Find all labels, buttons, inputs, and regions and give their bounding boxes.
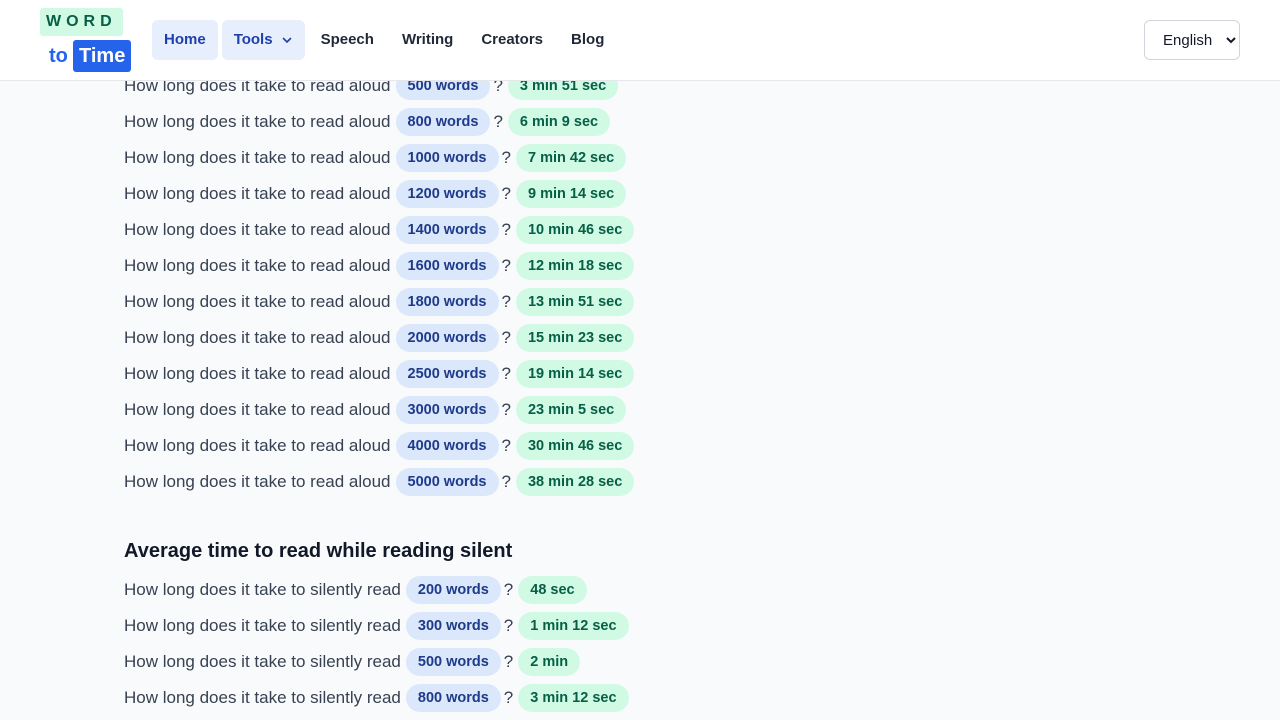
- time-badge: 48 sec: [518, 576, 587, 604]
- main-nav: Home Tools Speech Writing Creators Blog: [152, 20, 620, 60]
- word-count-badge[interactable]: 500 words: [405, 648, 501, 676]
- question-mark: ?: [503, 580, 514, 599]
- nav-writing-label: Writing: [401, 31, 454, 48]
- time-badge: 19 min 14 sec: [515, 360, 635, 388]
- time-badge: 10 min 46 sec: [515, 216, 635, 244]
- list-item: How long does it take to silently read 80…: [124, 684, 629, 712]
- question-mark: ?: [503, 652, 514, 671]
- site-logo[interactable]: WORD to Time: [40, 8, 132, 74]
- question-text: How long does it take to read aloud: [124, 292, 391, 311]
- list-item: How long does it take to read aloud 1000 …: [124, 144, 627, 172]
- word-count-badge[interactable]: 2000 words: [395, 324, 499, 352]
- nav-writing[interactable]: Writing: [390, 20, 465, 60]
- word-count-badge[interactable]: 1600 words: [395, 252, 499, 280]
- question-mark: ?: [493, 112, 503, 131]
- question-mark: ?: [501, 472, 511, 491]
- word-count-badge[interactable]: 1400 words: [395, 216, 499, 244]
- silent-section-title: Average time to read while reading silen…: [124, 540, 513, 562]
- time-badge: 38 min 28 sec: [515, 468, 635, 496]
- list-item: How long does it take to read aloud 800 w…: [124, 108, 611, 136]
- list-item: How long does it take to read aloud 5000 …: [124, 468, 635, 496]
- word-count-badge[interactable]: 800 words: [395, 108, 491, 136]
- question-mark: ?: [501, 436, 511, 455]
- question-text: How long does it take to read aloud: [124, 220, 391, 239]
- word-count-badge[interactable]: 2500 words: [395, 360, 499, 388]
- logo-to: to: [49, 45, 68, 67]
- list-item: How long does it take to read aloud 2500 …: [124, 360, 635, 388]
- word-count-badge[interactable]: 5000 words: [395, 468, 499, 496]
- time-badge: 23 min 5 sec: [515, 396, 627, 424]
- nav-creators-label: Creators: [481, 31, 544, 48]
- question-text: How long does it take to read aloud: [124, 256, 391, 275]
- question-text: How long does it take to silently read: [124, 652, 401, 671]
- nav-speech-label: Speech: [320, 31, 374, 48]
- question-mark: ?: [503, 616, 514, 635]
- time-badge: 30 min 46 sec: [515, 432, 635, 460]
- question-text: How long does it take to silently read: [124, 688, 401, 707]
- word-count-badge[interactable]: 1800 words: [395, 288, 499, 316]
- list-item: How long does it take to read aloud 4000 …: [124, 432, 635, 460]
- question-text: How long does it take to silently read: [124, 580, 401, 599]
- list-item: How long does it take to read aloud 1800 …: [124, 288, 635, 316]
- question-mark: ?: [501, 256, 511, 275]
- time-badge: 3 min 12 sec: [518, 684, 629, 712]
- time-badge: 13 min 51 sec: [515, 288, 635, 316]
- question-text: How long does it take to read aloud: [124, 148, 391, 167]
- question-text: How long does it take to read aloud: [124, 400, 391, 419]
- nav-home-label: Home: [164, 31, 206, 48]
- question-mark: ?: [501, 328, 511, 347]
- word-count-badge[interactable]: 1200 words: [395, 180, 499, 208]
- question-text: How long does it take to read aloud: [124, 436, 391, 455]
- list-item: How long does it take to read aloud 1400 …: [124, 216, 635, 244]
- word-count-badge[interactable]: 800 words: [405, 684, 501, 712]
- question-text: How long does it take to read aloud: [124, 328, 391, 347]
- time-badge: 12 min 18 sec: [515, 252, 635, 280]
- chevron-down-icon: [282, 37, 291, 43]
- time-badge: 2 min: [518, 648, 581, 676]
- question-mark: ?: [501, 364, 511, 383]
- list-item: How long does it take to read aloud 3000 …: [124, 396, 627, 424]
- question-mark: ?: [503, 688, 514, 707]
- word-count-badge[interactable]: 1000 words: [395, 144, 499, 172]
- question-mark: ?: [501, 220, 511, 239]
- question-mark: ?: [501, 400, 511, 419]
- language-select[interactable]: English: [1144, 20, 1240, 60]
- nav-tools-label: Tools: [233, 31, 273, 48]
- time-badge: 9 min 14 sec: [515, 180, 627, 208]
- logo-word: WORD: [40, 8, 123, 36]
- question-text: How long does it take to read aloud: [124, 472, 391, 491]
- time-badge: 15 min 23 sec: [515, 324, 635, 352]
- list-item: How long does it take to silently read 20…: [124, 576, 587, 604]
- list-item: How long does it take to silently read 30…: [124, 612, 629, 640]
- site-header: WORD to Time Home Tools Speech Writing C…: [0, 0, 1280, 81]
- question-mark: ?: [501, 148, 511, 167]
- nav-blog-label: Blog: [571, 31, 605, 48]
- nav-speech[interactable]: Speech: [309, 20, 386, 60]
- word-count-badge[interactable]: 3000 words: [395, 396, 499, 424]
- question-text: How long does it take to read aloud: [124, 364, 391, 383]
- time-badge: 7 min 42 sec: [515, 144, 627, 172]
- list-item: How long does it take to read aloud 1600 …: [124, 252, 635, 280]
- time-badge: 6 min 9 sec: [507, 108, 611, 136]
- word-count-badge[interactable]: 4000 words: [395, 432, 499, 460]
- list-item: How long does it take to silently read 50…: [124, 648, 581, 676]
- question-text: How long does it take to read aloud: [124, 112, 391, 131]
- list-item: How long does it take to read aloud 2000 …: [124, 324, 635, 352]
- time-badge: 1 min 12 sec: [518, 612, 629, 640]
- question-text: How long does it take to silently read: [124, 616, 401, 635]
- question-mark: ?: [501, 292, 511, 311]
- word-count-badge[interactable]: 300 words: [405, 612, 501, 640]
- list-item: How long does it take to read aloud 1200 …: [124, 180, 627, 208]
- question-mark: ?: [501, 184, 511, 203]
- question-text: How long does it take to read aloud: [124, 184, 391, 203]
- nav-tools[interactable]: Tools: [221, 20, 305, 60]
- word-count-badge[interactable]: 200 words: [405, 576, 501, 604]
- nav-creators[interactable]: Creators: [469, 20, 555, 60]
- nav-home[interactable]: Home: [152, 20, 218, 60]
- logo-time: Time: [73, 40, 132, 72]
- nav-blog[interactable]: Blog: [559, 20, 616, 60]
